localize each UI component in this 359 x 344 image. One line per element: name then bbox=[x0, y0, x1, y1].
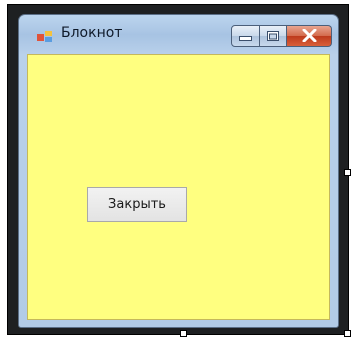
form-client-area: Закрыть bbox=[27, 54, 330, 320]
title-bar[interactable]: Блокнот bbox=[19, 15, 338, 51]
resize-handle-bottom-right[interactable] bbox=[344, 330, 351, 337]
window-title: Блокнот bbox=[61, 25, 123, 41]
maximize-icon bbox=[266, 27, 280, 46]
close-button[interactable] bbox=[287, 25, 332, 47]
app-icon bbox=[37, 28, 53, 42]
designer-surface: Блокнот Закрыть bbox=[0, 0, 359, 344]
minimize-button[interactable] bbox=[231, 25, 260, 47]
caption-buttons bbox=[231, 25, 332, 47]
maximize-button[interactable] bbox=[260, 25, 287, 47]
close-form-button[interactable]: Закрыть bbox=[87, 187, 187, 222]
resize-handle-bottom[interactable] bbox=[180, 330, 187, 337]
resize-handle-right[interactable] bbox=[344, 169, 351, 176]
form-window[interactable]: Блокнот Закрыть bbox=[18, 14, 339, 328]
close-icon bbox=[302, 27, 317, 46]
minimize-icon bbox=[239, 27, 252, 46]
